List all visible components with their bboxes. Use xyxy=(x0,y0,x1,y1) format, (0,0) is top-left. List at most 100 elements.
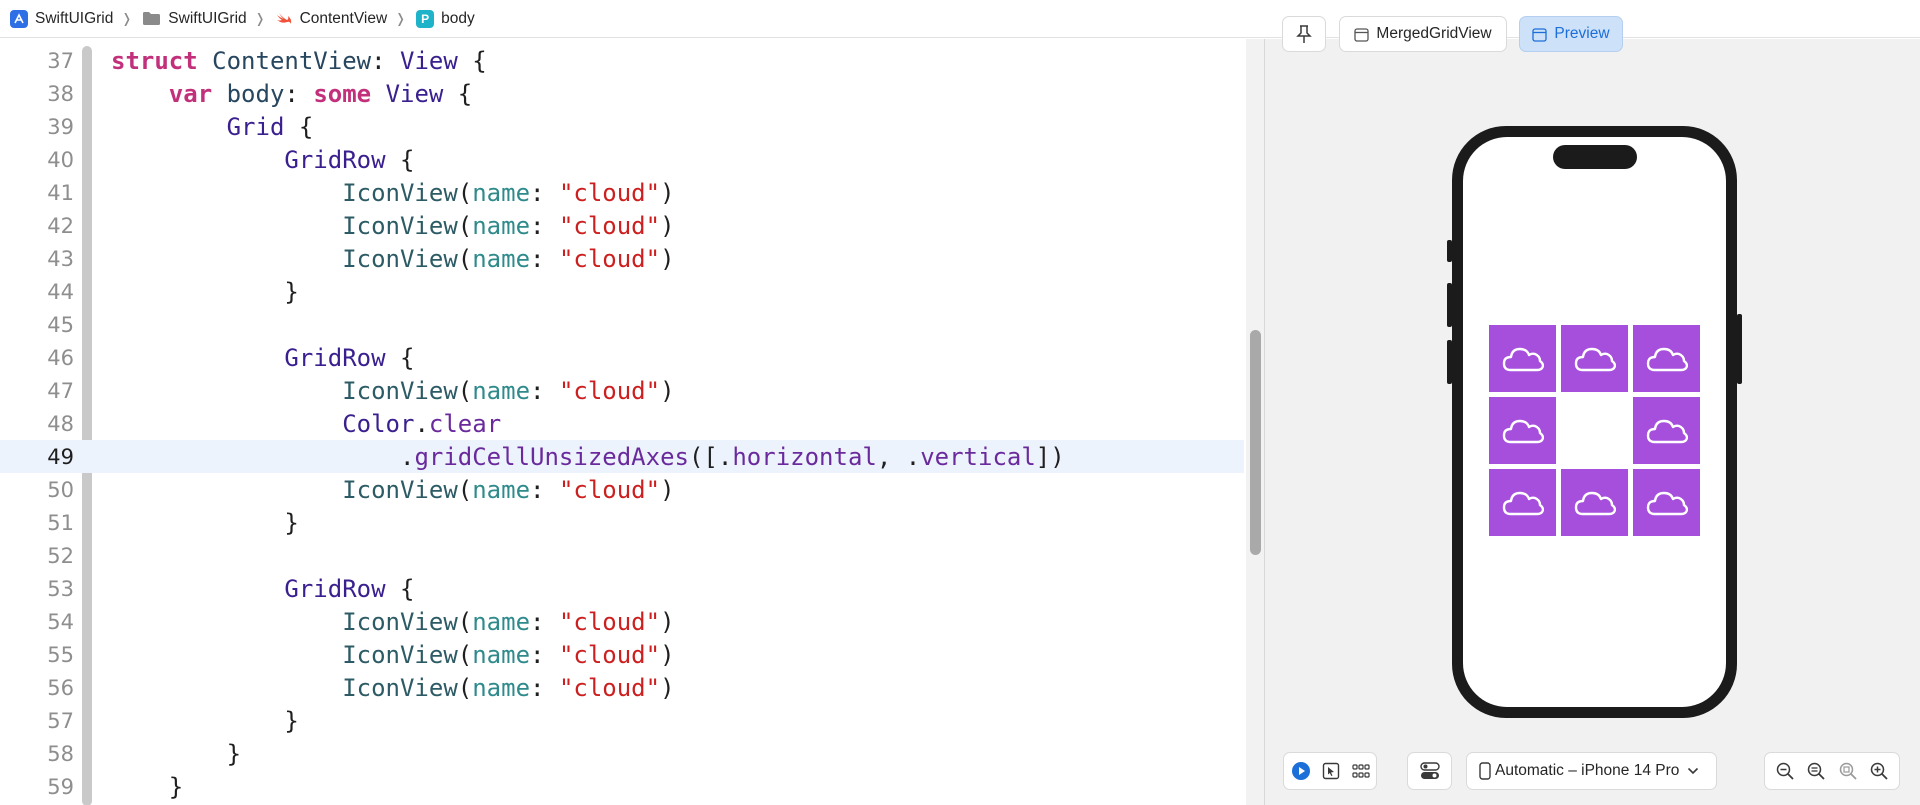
preview-mode-group xyxy=(1283,752,1377,790)
line-number: 57 xyxy=(47,708,74,733)
line-number: 56 xyxy=(47,675,74,700)
line-number: 49 xyxy=(47,444,74,469)
line-number: 45 xyxy=(47,312,74,337)
grid-cell-cloud xyxy=(1489,325,1556,392)
breadcrumb-symbol[interactable]: P body xyxy=(416,9,475,28)
swift-file-icon xyxy=(276,12,291,24)
code-line[interactable]: 37 struct ContentView: View { xyxy=(0,44,1244,77)
code-line[interactable]: 41 IconView(name: "cloud") xyxy=(0,176,1244,209)
grid-variants-icon xyxy=(1352,764,1370,778)
zoom-to-100-button[interactable] xyxy=(1801,756,1831,786)
chevron-right-icon: ❭ xyxy=(395,10,407,26)
pin-preview-button[interactable] xyxy=(1282,16,1326,52)
zoom-to-fit-button[interactable] xyxy=(1833,756,1863,786)
breadcrumb-file-label: ContentView xyxy=(299,9,388,27)
code-line[interactable]: 52 xyxy=(0,539,1244,572)
breadcrumb-group-label: SwiftUIGrid xyxy=(168,9,247,27)
code-line[interactable]: 50 IconView(name: "cloud") xyxy=(0,473,1244,506)
code-text: GridRow { xyxy=(284,343,415,372)
device-picker[interactable]: Automatic – iPhone 14 Pro xyxy=(1466,752,1717,790)
zoom-in-icon xyxy=(1871,762,1888,780)
code-line[interactable]: 47 IconView(name: "cloud") xyxy=(0,374,1244,407)
zoom-actual-size-icon xyxy=(1808,762,1825,780)
line-number: 39 xyxy=(47,114,74,139)
xcode-project-icon xyxy=(10,9,28,28)
code-text: IconView(name: "cloud") xyxy=(342,607,675,636)
selectable-mode-button[interactable] xyxy=(1316,756,1346,786)
code-line[interactable]: 59 } xyxy=(0,770,1244,803)
chevron-down-icon xyxy=(1688,767,1699,775)
editor-scrollbar-thumb[interactable] xyxy=(1250,330,1261,555)
code-text: IconView(name: "cloud") xyxy=(342,244,675,273)
breadcrumb-file[interactable]: ContentView xyxy=(276,9,388,28)
grid-cell-cloud xyxy=(1633,325,1700,392)
zoom-to-fit-icon xyxy=(1839,762,1857,780)
grid-cell-cloud xyxy=(1633,469,1700,536)
live-mode-button[interactable] xyxy=(1286,756,1316,786)
code-text: IconView(name: "cloud") xyxy=(342,640,675,669)
code-line[interactable]: 38 var body: some View { xyxy=(0,77,1244,110)
code-line[interactable]: 58 } xyxy=(0,737,1244,770)
code-text: IconView(name: "cloud") xyxy=(342,673,675,702)
code-line[interactable]: 54 IconView(name: "cloud") xyxy=(0,605,1244,638)
code-editor[interactable]: 37 struct ContentView: View { 38 var bod… xyxy=(0,39,1244,805)
line-number: 53 xyxy=(47,576,74,601)
code-line[interactable]: 55 IconView(name: "cloud") xyxy=(0,638,1244,671)
line-number: 40 xyxy=(47,147,74,172)
code-text: IconView(name: "cloud") xyxy=(342,211,675,240)
grid-cell-cloud xyxy=(1489,469,1556,536)
code-line[interactable]: 39 Grid { xyxy=(0,110,1244,143)
cloud-icon xyxy=(1502,419,1544,443)
code-line[interactable]: 57 } xyxy=(0,704,1244,737)
preview-window-icon xyxy=(1532,27,1548,42)
zoom-in-button[interactable] xyxy=(1864,756,1894,786)
breadcrumb-project[interactable]: SwiftUIGrid xyxy=(10,9,114,28)
select-pointer-icon xyxy=(1322,762,1340,780)
folder-icon xyxy=(143,12,161,25)
code-line[interactable]: 45 xyxy=(0,308,1244,341)
breadcrumb-project-label: SwiftUIGrid xyxy=(35,9,114,27)
zoom-out-icon xyxy=(1776,762,1794,780)
cloud-icon xyxy=(1502,347,1544,371)
code-text: } xyxy=(284,277,299,306)
code-line[interactable]: 56 IconView(name: "cloud") xyxy=(0,671,1244,704)
phone-power-button xyxy=(1737,314,1742,384)
code-line[interactable]: 48 Color.clear xyxy=(0,407,1244,440)
dynamic-island xyxy=(1553,145,1637,169)
line-number: 47 xyxy=(47,378,74,403)
grid-cell-cloud xyxy=(1561,469,1628,536)
merged-grid-view-label: MergedGridView xyxy=(1376,25,1492,42)
line-number: 54 xyxy=(47,609,74,634)
device-settings-button[interactable] xyxy=(1407,752,1452,790)
code-line[interactable]: 44 } xyxy=(0,275,1244,308)
code-text: GridRow { xyxy=(284,145,415,174)
code-text: .gridCellUnsizedAxes([.horizontal, .vert… xyxy=(399,442,1065,471)
preview-window-icon xyxy=(1354,27,1370,42)
preview-tab-label: Preview xyxy=(1554,25,1610,42)
cloud-icon xyxy=(1574,491,1616,515)
code-line[interactable]: 40 GridRow { xyxy=(0,143,1244,176)
code-line[interactable]: 42 IconView(name: "cloud") xyxy=(0,209,1244,242)
current-code-line[interactable]: 49 .gridCellUnsizedAxes([.horizontal, .v… xyxy=(0,440,1244,473)
preview-tab[interactable]: Preview xyxy=(1519,16,1623,52)
cloud-icon xyxy=(1646,347,1688,371)
breadcrumb-group[interactable]: SwiftUIGrid xyxy=(142,9,247,28)
code-line[interactable]: 51 } xyxy=(0,506,1244,539)
code-line[interactable]: 53 GridRow { xyxy=(0,572,1244,605)
variants-button[interactable] xyxy=(1346,756,1376,786)
chevron-right-icon: ❭ xyxy=(254,10,266,26)
device-picker-label: Automatic – iPhone 14 Pro xyxy=(1495,762,1680,779)
code-line[interactable]: 43 IconView(name: "cloud") xyxy=(0,242,1244,275)
cloud-icon xyxy=(1502,491,1544,515)
breadcrumb: SwiftUIGrid ❭ SwiftUIGrid ❭ ContentView … xyxy=(0,0,1920,38)
merged-grid-view-tab[interactable]: MergedGridView xyxy=(1339,16,1507,52)
line-number: 46 xyxy=(47,345,74,370)
code-text: var body: some View { xyxy=(168,79,473,108)
code-line[interactable]: 46 GridRow { xyxy=(0,341,1244,374)
grid-cell-cloud xyxy=(1489,397,1556,464)
line-number: 38 xyxy=(47,81,74,106)
zoom-out-button[interactable] xyxy=(1770,756,1800,786)
grid-cell-cloud xyxy=(1633,397,1700,464)
code-text: Color.clear xyxy=(342,409,502,438)
property-badge-icon: P xyxy=(416,9,435,28)
